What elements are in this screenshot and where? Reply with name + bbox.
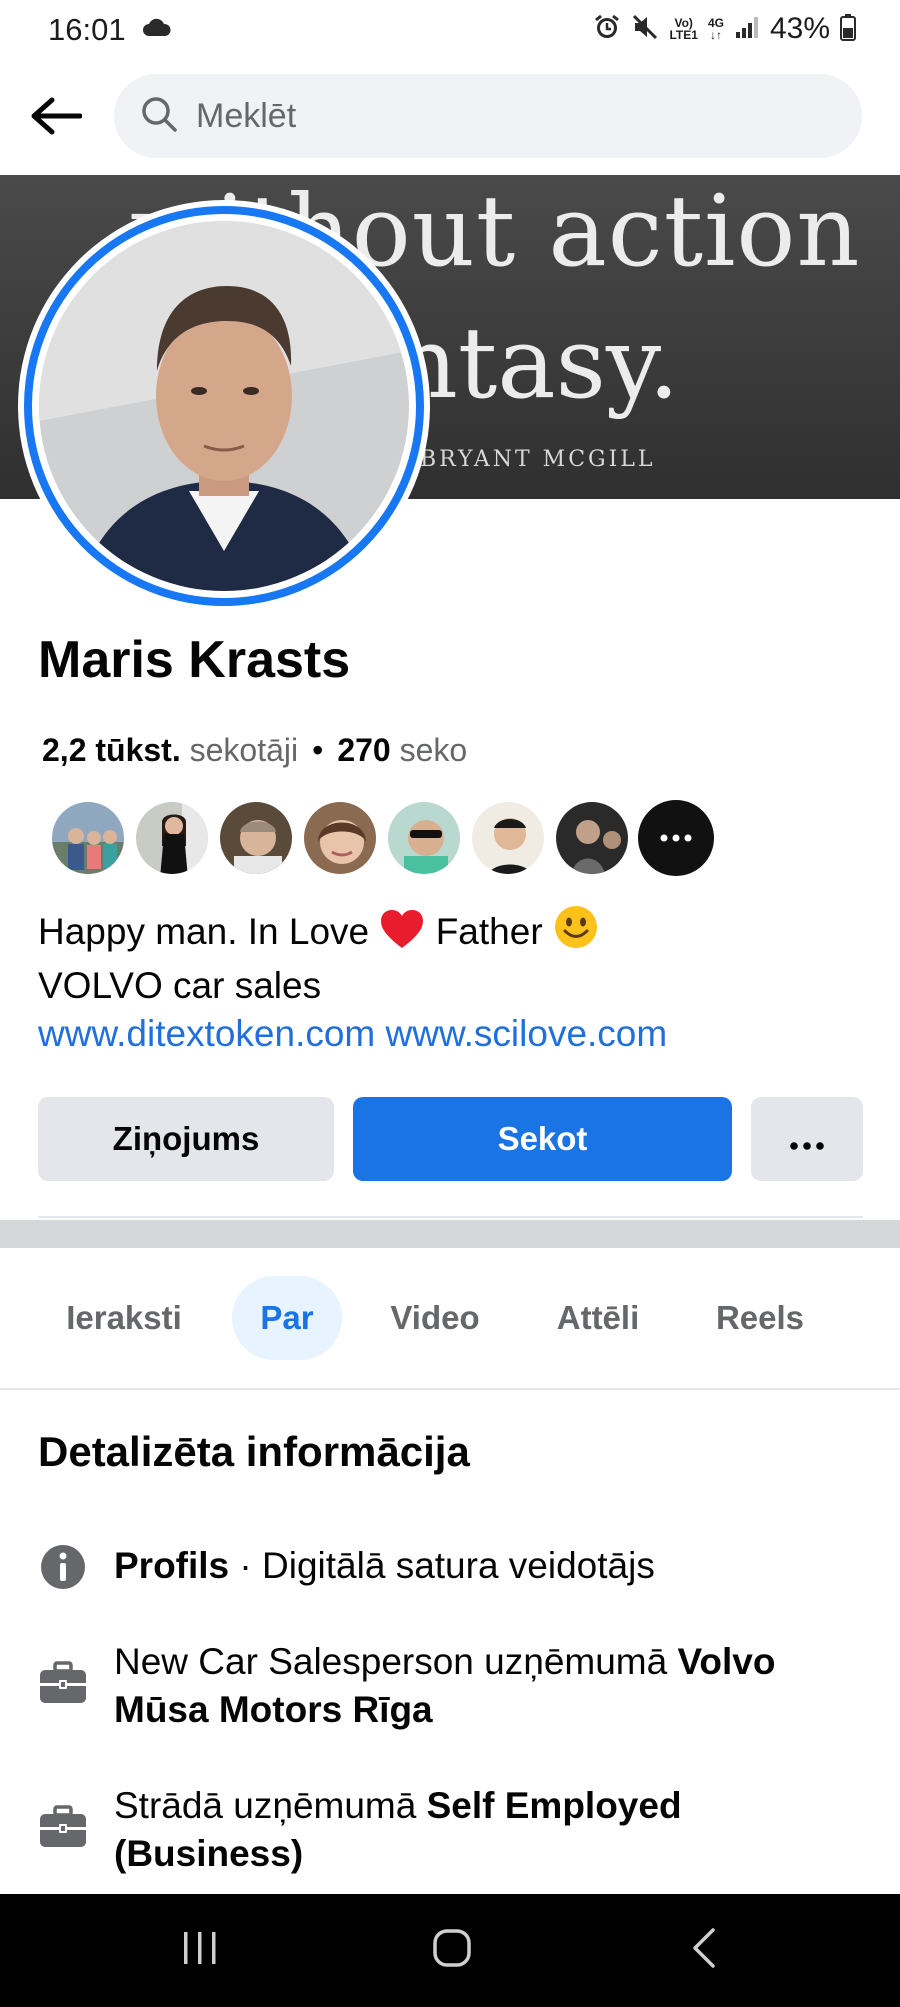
tab-reels[interactable]: Reels [694, 1276, 826, 1360]
briefcase-icon [38, 1658, 88, 1708]
section-divider [0, 1220, 900, 1248]
profile-name: Maris Krasts [38, 631, 351, 689]
bio-link[interactable]: www.ditextoken.com [38, 1013, 375, 1054]
cloud-icon [142, 18, 172, 43]
follower-avatar[interactable] [302, 800, 378, 876]
status-icons: Vo) LTE1 4G ↓↑ 43% [593, 12, 856, 46]
follower-avatar[interactable] [470, 800, 546, 876]
cover-quote-author: BRYANT MCGILL [420, 447, 656, 472]
follower-avatar[interactable] [554, 800, 630, 876]
follower-avatar[interactable] [218, 800, 294, 876]
status-bar: 16:01 Vo) LTE1 4G ↓↑ 43% [0, 0, 900, 62]
profile-tabs: Ieraksti Par Video Attēli Reels [0, 1276, 900, 1360]
divider [38, 1216, 863, 1218]
tab-photos[interactable]: Attēli [530, 1276, 666, 1360]
info-icon [38, 1542, 88, 1592]
smile-emoji-icon [553, 904, 599, 962]
tab-about[interactable]: Par [232, 1276, 342, 1360]
followers-preview[interactable] [50, 800, 714, 876]
bio-link[interactable]: www.scilove.com [386, 1013, 668, 1054]
follow-button[interactable]: Sekot [353, 1097, 732, 1181]
system-nav-bar [0, 1894, 900, 2007]
more-dots-icon [790, 1120, 824, 1158]
home-icon [432, 1928, 472, 1973]
more-options-button[interactable] [751, 1097, 863, 1181]
avatar-photo [39, 221, 409, 591]
briefcase-icon [38, 1802, 88, 1852]
search-icon [140, 95, 178, 138]
divider [0, 1388, 900, 1390]
following-count: 270 [337, 732, 391, 768]
back-button[interactable] [26, 88, 86, 148]
home-button[interactable] [412, 1920, 492, 1980]
search-box[interactable] [114, 74, 862, 158]
mute-icon [631, 13, 659, 46]
alarm-icon [593, 13, 621, 46]
more-dots-icon [660, 829, 692, 847]
4g-icon: 4G ↓↑ [707, 16, 724, 42]
status-time: 16:01 [48, 12, 126, 47]
recent-apps-button[interactable] [160, 1920, 240, 1980]
heart-emoji-icon [379, 908, 425, 962]
message-button[interactable]: Ziņojums [38, 1097, 334, 1181]
battery-percent: 43% [769, 12, 830, 45]
followers-count: 2,2 tūkst. [42, 732, 181, 768]
bio-links: www.ditextoken.com www.scilove.com [38, 1010, 667, 1058]
back-arrow-icon [30, 96, 83, 141]
stats-separator: • [312, 732, 324, 768]
follower-avatar[interactable] [134, 800, 210, 876]
tab-posts[interactable]: Ieraksti [40, 1276, 208, 1360]
tab-video[interactable]: Video [370, 1276, 500, 1360]
bio-line1: Happy man. In Love Father [38, 904, 667, 962]
search-input[interactable] [196, 96, 796, 136]
story-ring [24, 206, 424, 606]
follow-stats[interactable]: 2,2 tūkst. sekotāji • 270 seko [42, 732, 467, 769]
follower-avatar[interactable] [50, 800, 126, 876]
recent-apps-icon [180, 1930, 220, 1971]
profile-bio: Happy man. In Love Father VOLVO car sale… [38, 904, 667, 1058]
system-back-button[interactable] [664, 1920, 744, 1980]
detail-work: Strādā uzņēmumā Self Employed (Business) [38, 1782, 868, 1878]
detail-job: New Car Salesperson uzņēmumā Volvo Mūsa … [38, 1638, 868, 1734]
battery-icon [840, 13, 856, 46]
bio-line2: VOLVO car sales [38, 965, 322, 1006]
followers-label: sekotāji [189, 732, 299, 768]
details-title: Detalizēta informācija [38, 1428, 470, 1475]
signal-icon [734, 14, 760, 45]
profile-avatar[interactable] [18, 200, 430, 612]
more-followers-button[interactable] [638, 800, 714, 876]
volte-icon: Vo) LTE1 [669, 16, 698, 42]
chevron-left-icon [691, 1927, 717, 1973]
following-label: seko [399, 732, 468, 768]
follower-avatar[interactable] [386, 800, 462, 876]
detail-profile-type: Profils · Digitālā satura veidotājs [38, 1542, 868, 1592]
search-header [0, 62, 900, 174]
